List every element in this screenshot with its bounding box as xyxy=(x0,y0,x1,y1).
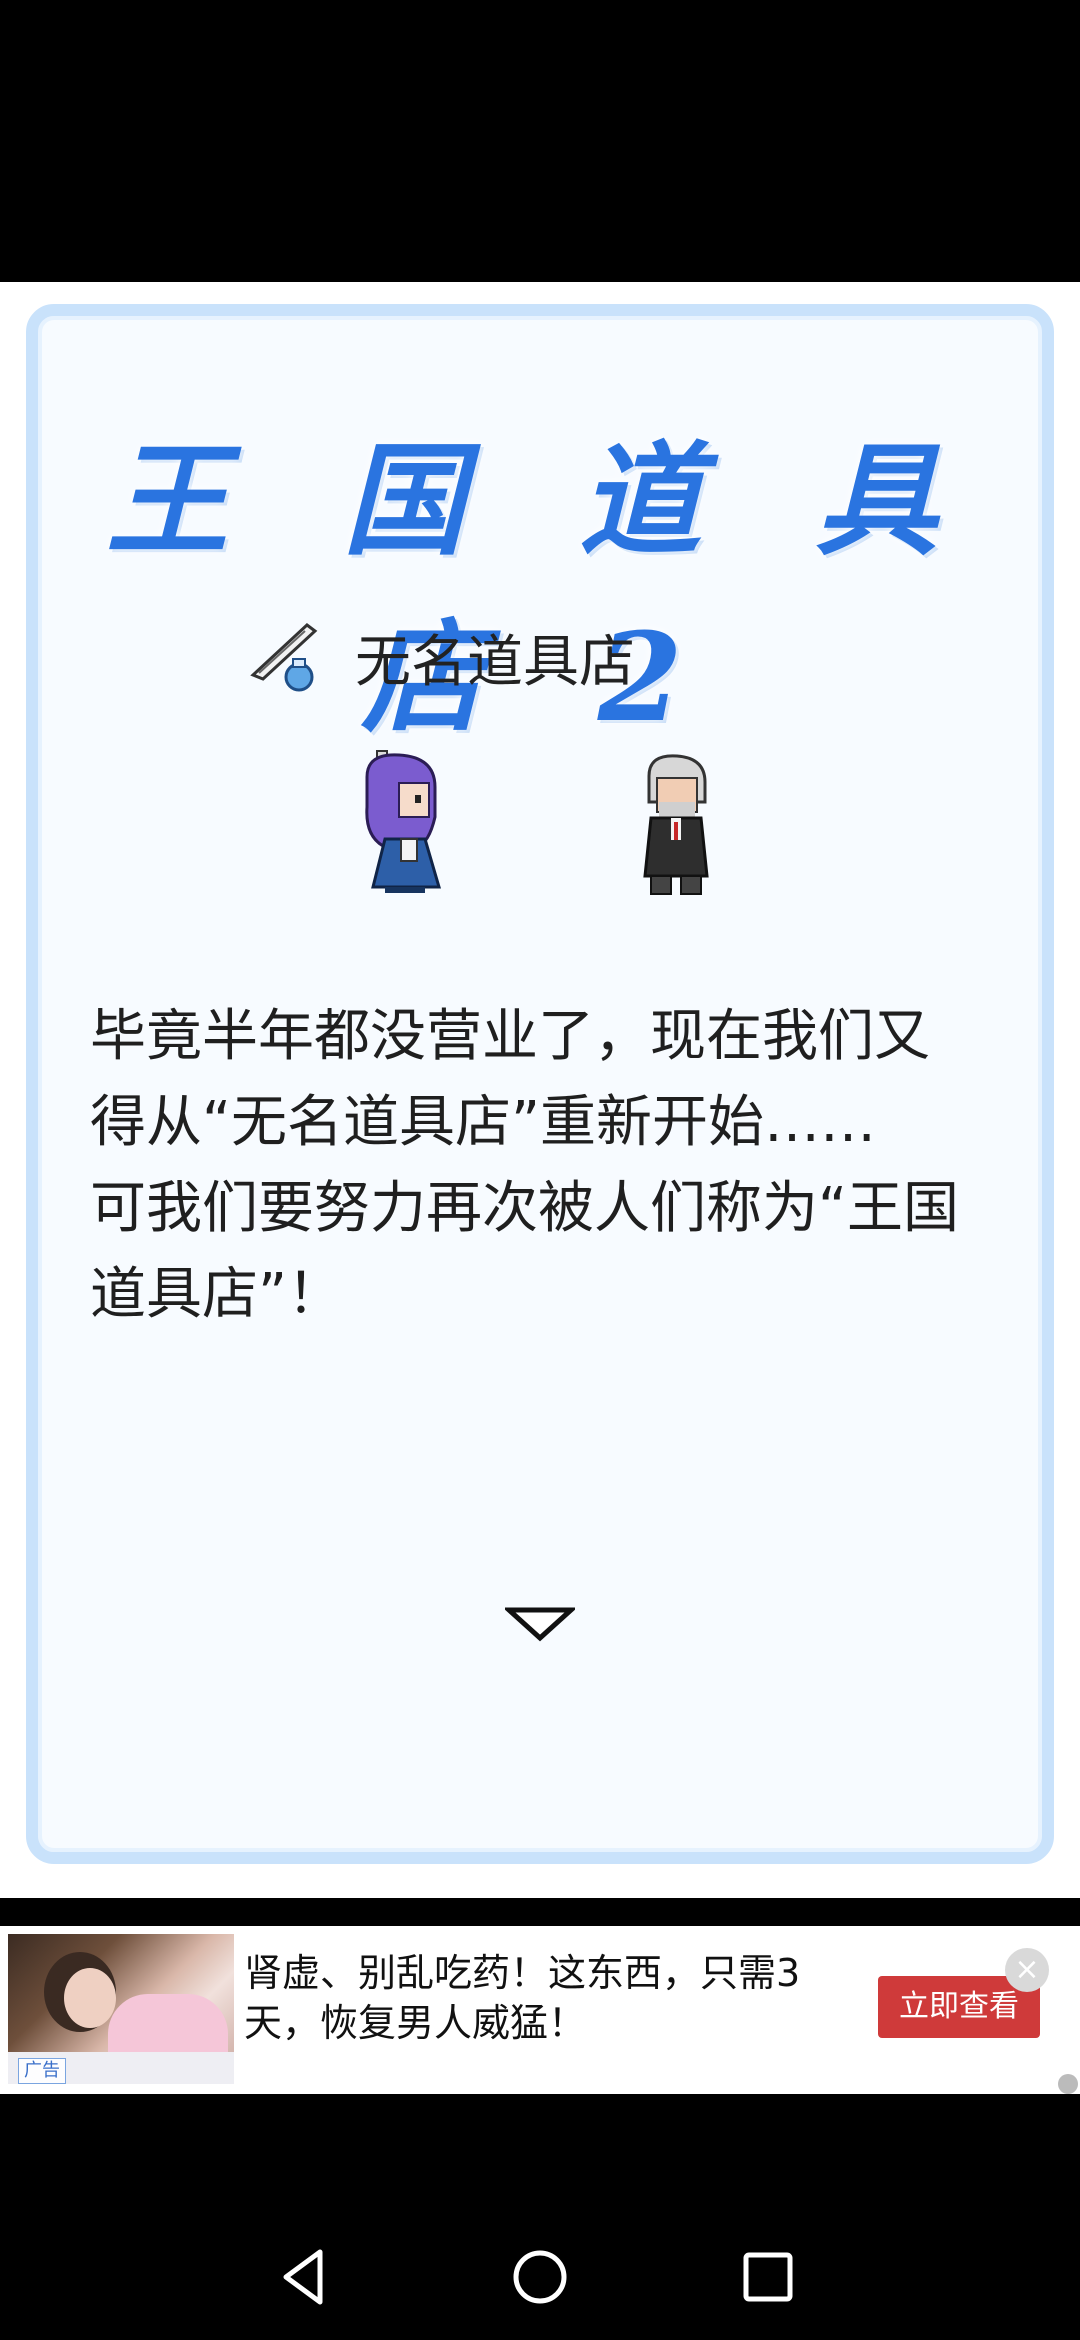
ad-close-button[interactable]: × xyxy=(1005,1948,1049,1992)
old-gentleman-sprite xyxy=(643,754,709,895)
game-title: 王 国 道 具 店 2 xyxy=(106,428,974,749)
ad-separator xyxy=(0,1898,1080,1926)
dialog-text: 毕竟半年都没营业了，现在我们又 得从“无名道具店”重新开始…… 可我们要努力再次… xyxy=(90,1004,960,1327)
navigation-bar xyxy=(0,2220,1080,2340)
back-icon[interactable] xyxy=(272,2242,342,2312)
shop-name: 无名道具店 xyxy=(355,629,635,695)
quill-ink-icon xyxy=(250,623,318,692)
ad-banner[interactable]: 广告 肾虚、别乱吃药！这东西，只需3天，恢复男人威猛！ 立即查看 × xyxy=(0,1926,1080,2094)
shop-header: 无名道具店 xyxy=(245,612,635,702)
recent-apps-icon[interactable] xyxy=(733,2242,803,2312)
ad-label: 广告 xyxy=(18,2058,66,2084)
game-area[interactable]: 王 国 道 具 店 2 无名道具店 毕竟半年都没营业了，现在我们又 得从“无名道… xyxy=(0,282,1080,1898)
ad-text[interactable]: 肾虚、别乱吃药！这东西，只需3天，恢复男人威猛！ xyxy=(244,1948,834,2048)
screen: 王 国 道 具 店 2 无名道具店 毕竟半年都没营业了，现在我们又 得从“无名道… xyxy=(0,0,1080,2340)
home-icon[interactable] xyxy=(505,2242,575,2312)
purple-hair-girl-sprite xyxy=(365,750,441,893)
ad-image[interactable]: 广告 xyxy=(8,1934,234,2084)
ad-info-icon[interactable] xyxy=(1058,2074,1078,2094)
status-bar-area xyxy=(0,0,1080,282)
ad-image-head xyxy=(64,1968,116,2028)
down-triangle-icon[interactable] xyxy=(505,1604,575,1644)
